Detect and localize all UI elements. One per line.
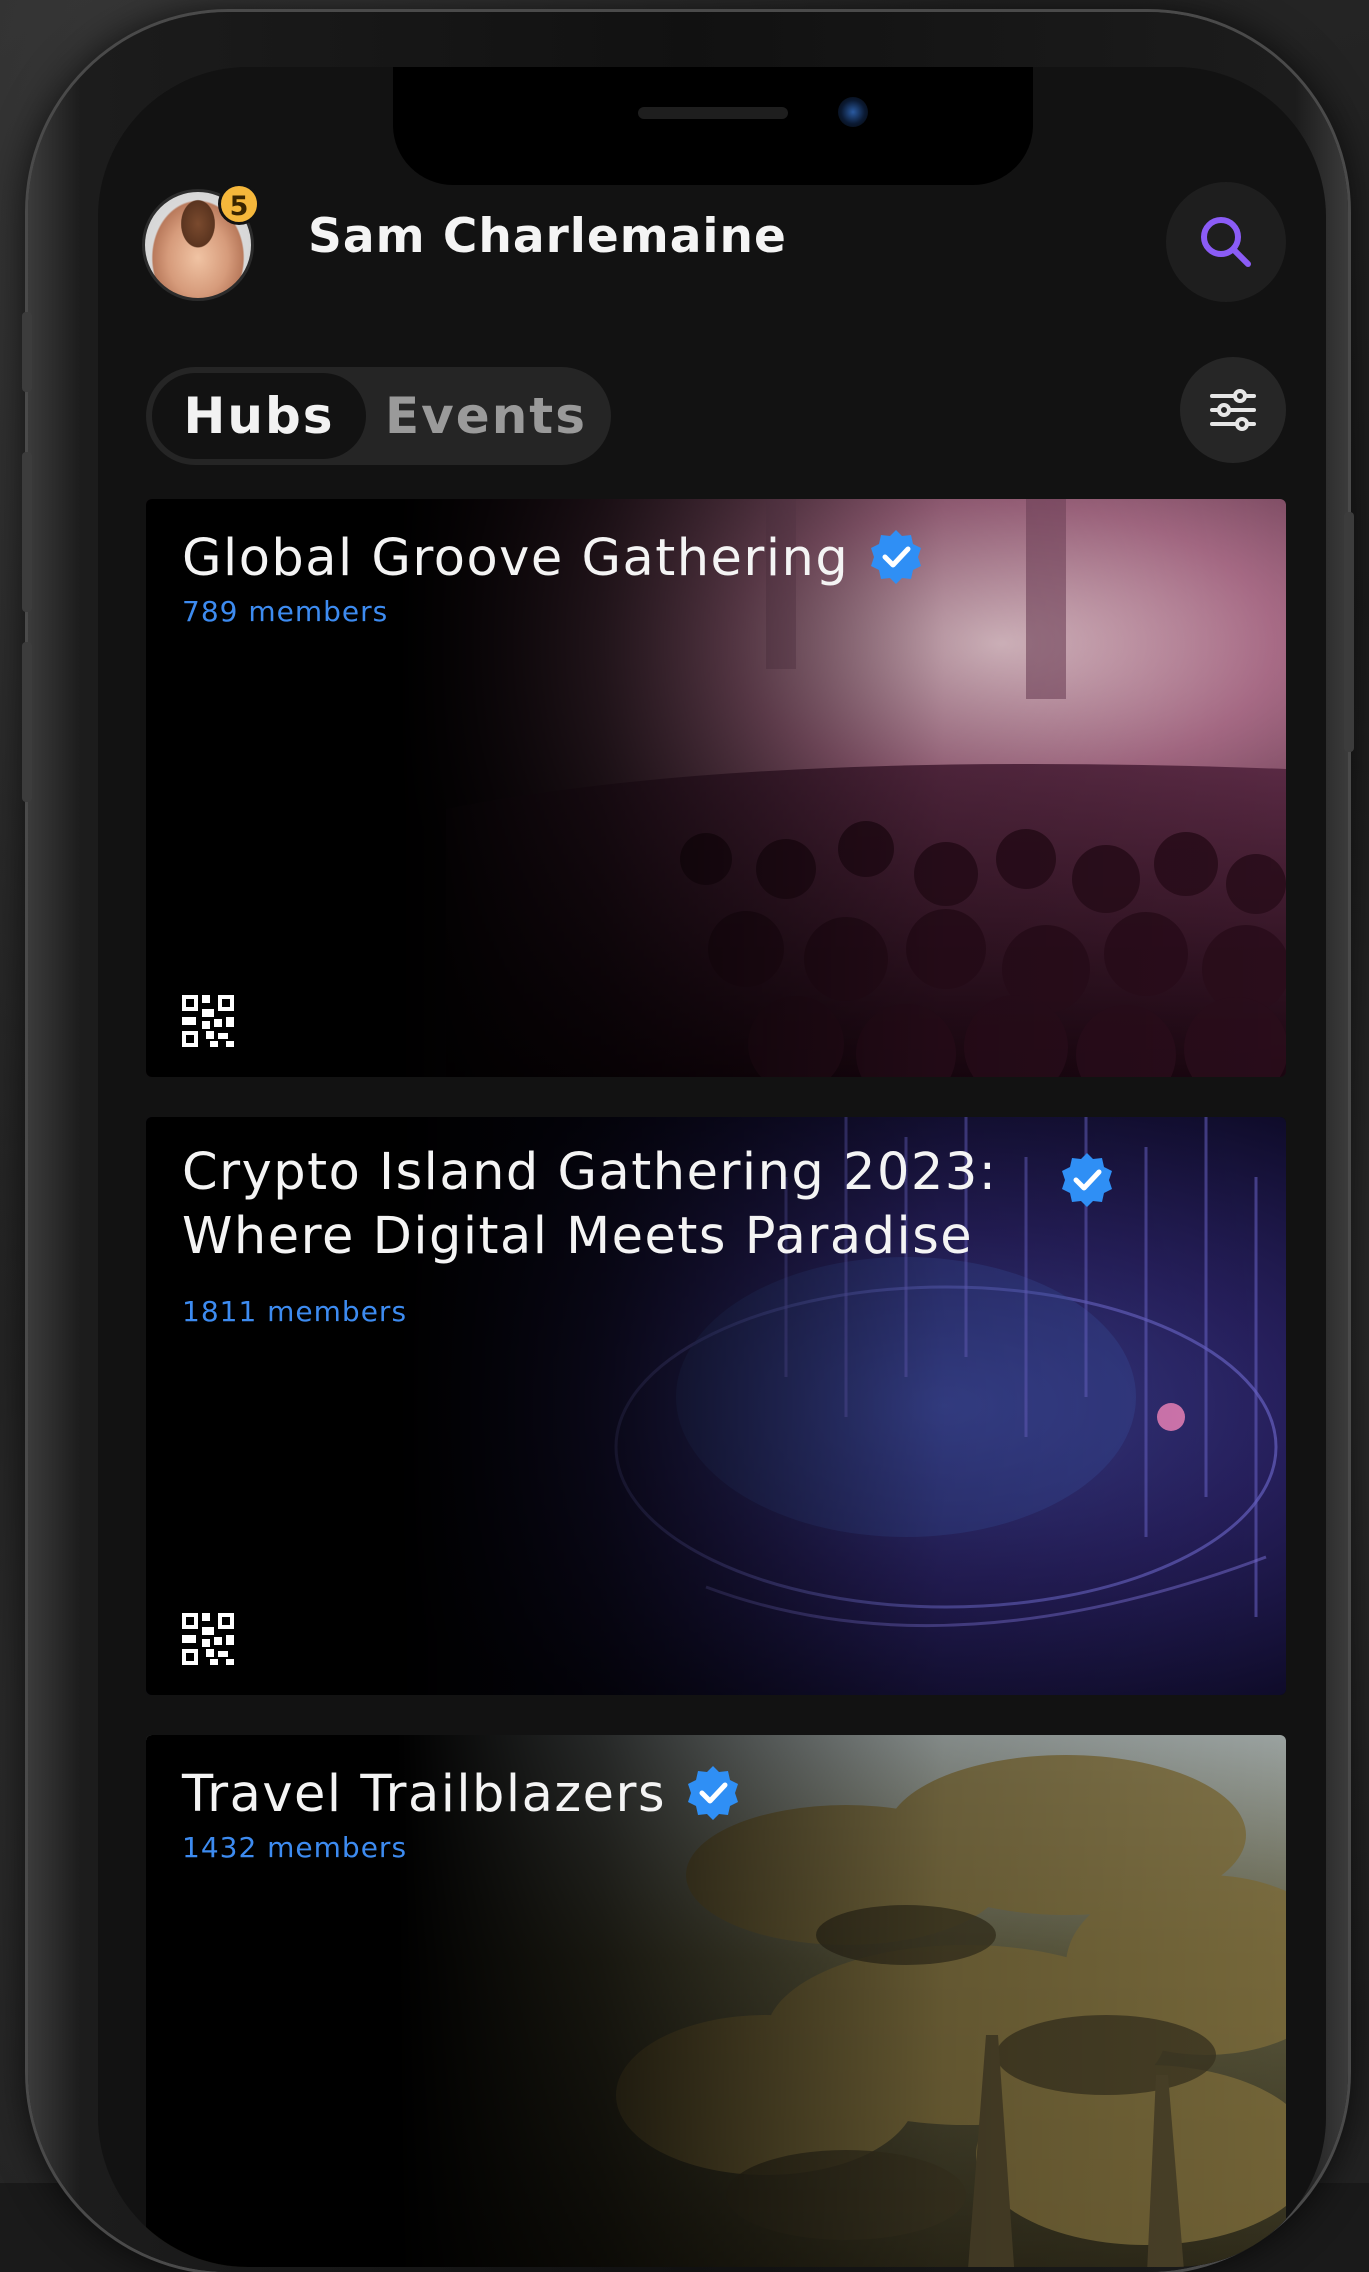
member-count: 1432 members [182, 1831, 408, 1864]
hub-event-tabs: Hubs Events [146, 367, 611, 465]
hub-title-text: Global Groove Gathering [182, 529, 850, 588]
hub-title-text: Travel Trailblazers [182, 1765, 667, 1824]
search-icon [1201, 217, 1251, 267]
hub-card[interactable]: Travel Trailblazers 1432 members [146, 1735, 1286, 2267]
front-camera [838, 97, 868, 127]
hub-title: Travel Trailblazers [182, 1763, 742, 1827]
member-count: 1811 members [182, 1295, 408, 1328]
notification-badge: 5 [218, 183, 260, 225]
user-name: Sam Charlemaine [308, 209, 787, 264]
verified-badge-icon [688, 1766, 739, 1820]
qr-code-icon[interactable] [182, 1613, 234, 1665]
notch [393, 67, 1033, 185]
search-button[interactable] [1166, 182, 1286, 302]
member-count: 789 members [182, 595, 389, 628]
tab-events[interactable]: Events [368, 373, 604, 459]
hub-title-text: Crypto Island Gathering 2023: Where Digi… [182, 1143, 998, 1266]
phone-frame: 5 Sam Charlemaine Hubs Events Global Gro… [22, 12, 1354, 2272]
hub-title: Global Groove Gathering [182, 527, 925, 591]
app-screen: 5 Sam Charlemaine Hubs Events Global Gro… [98, 67, 1326, 2267]
sliders-icon [1210, 389, 1256, 431]
speaker [638, 107, 788, 119]
volume-up-button [22, 452, 32, 612]
profile-avatar[interactable]: 5 [142, 183, 260, 301]
verified-badge-icon [871, 530, 922, 584]
hub-card[interactable]: Global Groove Gathering 789 members [146, 499, 1286, 1077]
filter-button[interactable] [1180, 357, 1286, 463]
volume-down-button [22, 642, 32, 802]
hub-card[interactable]: Crypto Island Gathering 2023: Where Digi… [146, 1117, 1286, 1695]
qr-code-icon[interactable] [182, 995, 234, 1047]
hub-title: Crypto Island Gathering 2023: Where Digi… [182, 1141, 1182, 1269]
power-button [1344, 512, 1354, 752]
mute-switch [22, 312, 32, 392]
verified-badge-icon [1062, 1153, 1112, 1207]
tab-hubs[interactable]: Hubs [152, 373, 366, 459]
